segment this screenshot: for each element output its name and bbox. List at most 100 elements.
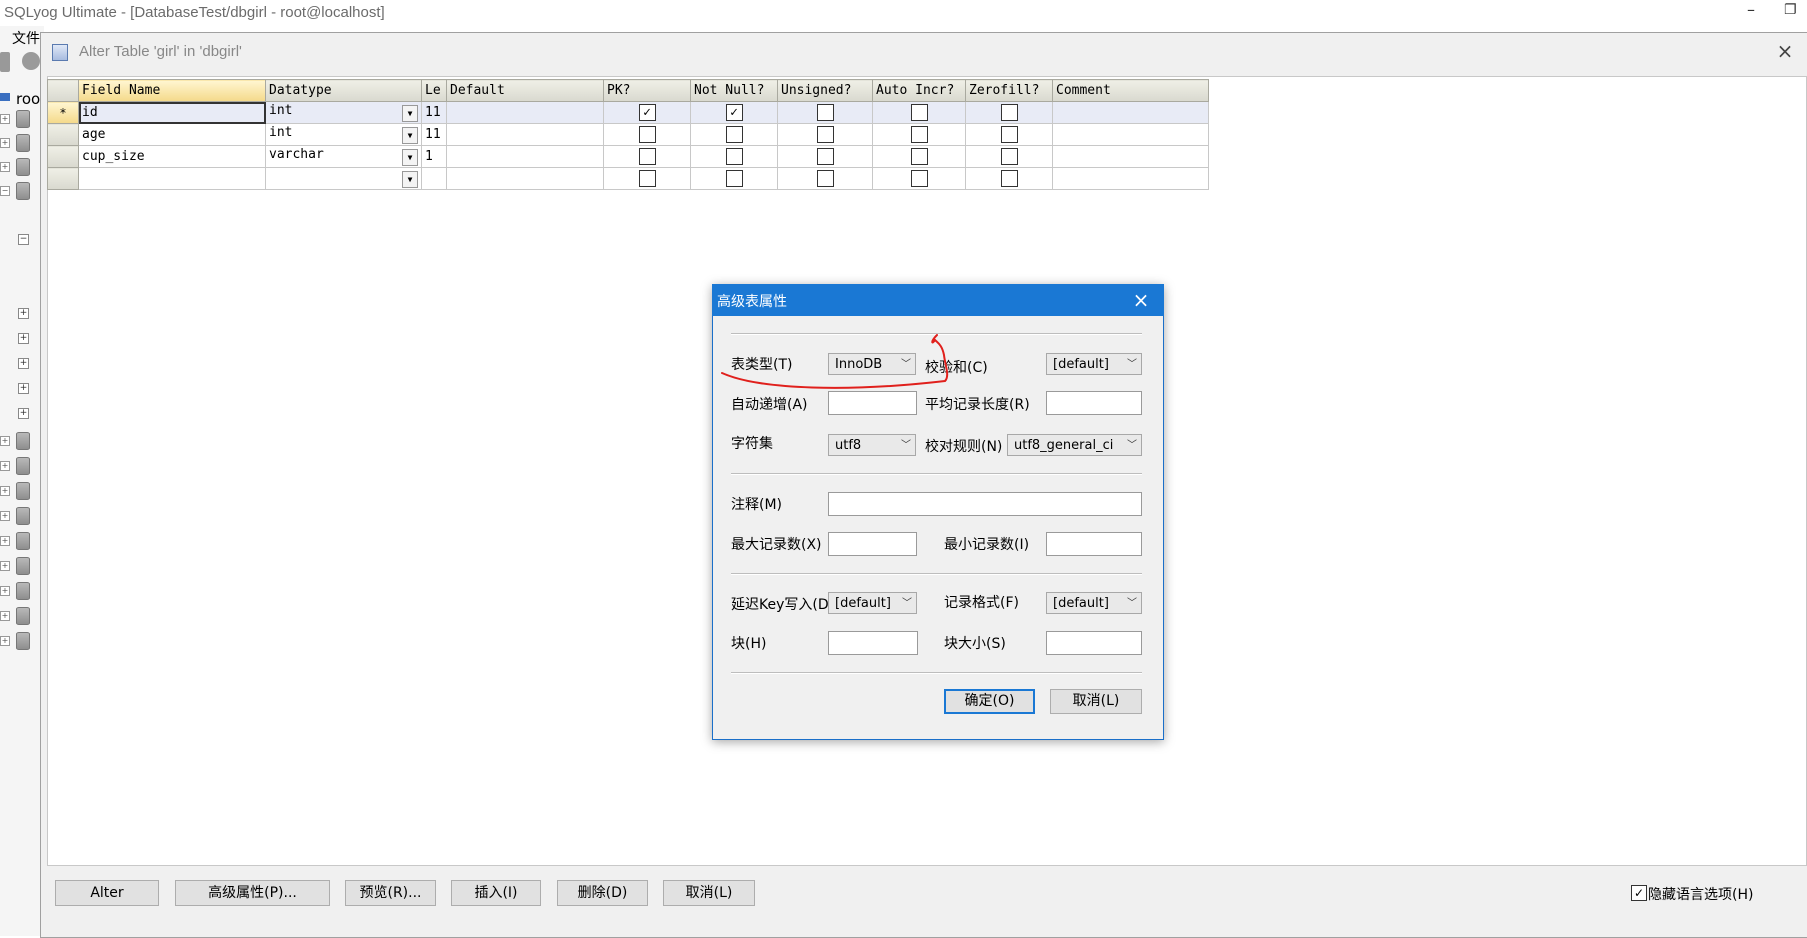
table-row[interactable]: ▼ (47, 167, 1209, 190)
expand-icon[interactable]: + (18, 383, 29, 394)
not-null-checkbox[interactable] (725, 170, 743, 187)
row-marker[interactable] (47, 167, 79, 190)
zerofill-cell[interactable] (965, 167, 1053, 190)
insert-button[interactable]: 插入(I) (451, 880, 541, 906)
menu-file[interactable]: 文件 (12, 28, 40, 48)
field-name-cell[interactable]: id (78, 101, 266, 124)
table-row[interactable]: cup_size varchar ▼ 1 (47, 145, 1209, 168)
field-name-cell[interactable]: age (78, 123, 266, 146)
dropdown-arrow-icon[interactable]: ▼ (402, 105, 418, 122)
dropdown-arrow-icon[interactable]: ▼ (402, 149, 418, 166)
auto-incr-checkbox[interactable] (910, 148, 928, 165)
unsigned-cell[interactable] (777, 101, 873, 124)
table-row[interactable]: * id int ▼ 11 ✓ ✓ (47, 101, 1209, 124)
block-size-input[interactable] (1046, 631, 1142, 655)
expand-icon[interactable]: + (18, 408, 29, 419)
unsigned-cell[interactable] (777, 123, 873, 146)
table-type-select[interactable]: InnoDB ﹀ (828, 353, 916, 375)
tree-db-row[interactable]: + (0, 532, 44, 550)
dropdown-arrow-icon[interactable]: ▼ (402, 127, 418, 144)
autoincr-cell[interactable] (872, 167, 966, 190)
tree-db-row[interactable]: + (0, 457, 44, 475)
tree-db-row[interactable]: + (0, 507, 44, 525)
pk-checkbox[interactable] (638, 126, 656, 143)
default-cell[interactable] (446, 123, 604, 146)
default-cell[interactable] (446, 101, 604, 124)
cancel-button[interactable]: 取消(L) (663, 880, 755, 906)
tree-root-label[interactable]: roo (16, 90, 40, 108)
delete-button[interactable]: 删除(D) (557, 880, 648, 906)
expand-icon[interactable]: + (0, 162, 10, 172)
expand-icon[interactable]: + (0, 636, 10, 646)
datatype-cell[interactable]: varchar ▼ (265, 145, 422, 168)
block-input[interactable] (828, 631, 918, 655)
close-icon[interactable]: × (1128, 287, 1154, 313)
length-cell[interactable] (421, 167, 447, 190)
col-header-field-name[interactable]: Field Name (78, 79, 266, 102)
comment-cell[interactable] (1052, 101, 1209, 124)
comment-input[interactable] (828, 492, 1142, 516)
alter-button[interactable]: Alter (55, 880, 159, 906)
col-header-datatype[interactable]: Datatype (265, 79, 422, 102)
expand-icon[interactable]: + (0, 138, 10, 148)
close-icon[interactable]: × (1774, 40, 1796, 62)
advanced-properties-button[interactable]: 高级属性(P)... (175, 880, 330, 906)
not-null-checkbox[interactable]: ✓ (725, 104, 743, 121)
auto-incr-checkbox[interactable] (910, 104, 928, 121)
unsigned-cell[interactable] (777, 167, 873, 190)
table-row[interactable]: age int ▼ 11 (47, 123, 1209, 146)
collation-select[interactable]: utf8_general_ci ﹀ (1007, 434, 1142, 456)
col-header-pk[interactable]: PK? (603, 79, 691, 102)
col-header-length[interactable]: Le (421, 79, 447, 102)
datatype-cell[interactable]: ▼ (265, 167, 422, 190)
columns-grid[interactable]: Field Name Datatype Le Default PK? Not N… (47, 79, 1209, 190)
zerofill-checkbox[interactable] (1000, 170, 1018, 187)
tree-db-row[interactable]: + (0, 582, 44, 600)
expand-icon[interactable]: + (0, 436, 10, 446)
comment-cell[interactable] (1052, 145, 1209, 168)
comment-cell[interactable] (1052, 167, 1209, 190)
expand-icon[interactable]: + (0, 611, 10, 621)
pk-cell[interactable] (603, 145, 691, 168)
row-marker[interactable] (47, 145, 79, 168)
length-cell[interactable]: 1 (421, 145, 447, 168)
row-marker[interactable] (47, 123, 79, 146)
not-null-checkbox[interactable] (725, 148, 743, 165)
tree-db-row[interactable]: − (0, 182, 44, 200)
col-header-default[interactable]: Default (446, 79, 604, 102)
notnull-cell[interactable] (690, 123, 778, 146)
zerofill-checkbox[interactable] (1000, 126, 1018, 143)
datatype-cell[interactable]: int ▼ (265, 101, 422, 124)
unsigned-checkbox[interactable] (816, 104, 834, 121)
comment-cell[interactable] (1052, 123, 1209, 146)
toolbar-refresh-icon[interactable] (22, 52, 40, 70)
pk-checkbox[interactable] (638, 148, 656, 165)
charset-select[interactable]: utf8 ﹀ (828, 434, 916, 456)
pk-checkbox[interactable] (638, 170, 656, 187)
dropdown-arrow-icon[interactable]: ▼ (402, 171, 418, 188)
zerofill-cell[interactable] (965, 145, 1053, 168)
expand-icon[interactable]: + (0, 536, 10, 546)
expand-icon[interactable]: + (0, 511, 10, 521)
expand-icon[interactable]: + (18, 308, 29, 319)
row-marker[interactable]: * (47, 101, 79, 124)
autoincr-cell[interactable] (872, 123, 966, 146)
tree-db-row[interactable]: + (0, 632, 44, 650)
restore-icon[interactable]: ❐ (1784, 2, 1806, 22)
min-rows-input[interactable] (1046, 532, 1142, 556)
unsigned-checkbox[interactable] (816, 170, 834, 187)
expand-icon[interactable]: + (18, 358, 29, 369)
tree-db-row[interactable]: + (0, 134, 44, 152)
expand-icon[interactable]: + (0, 561, 10, 571)
col-header-auto-incr[interactable]: Auto Incr? (872, 79, 966, 102)
zerofill-cell[interactable] (965, 123, 1053, 146)
notnull-cell[interactable] (690, 145, 778, 168)
ok-button[interactable]: 确定(O) (944, 689, 1035, 714)
datatype-cell[interactable]: int ▼ (265, 123, 422, 146)
tree-db-row[interactable]: + (0, 557, 44, 575)
pk-cell[interactable]: ✓ (603, 101, 691, 124)
unsigned-checkbox[interactable] (816, 148, 834, 165)
auto-incr-checkbox[interactable] (910, 170, 928, 187)
default-cell[interactable] (446, 167, 604, 190)
notnull-cell[interactable]: ✓ (690, 101, 778, 124)
